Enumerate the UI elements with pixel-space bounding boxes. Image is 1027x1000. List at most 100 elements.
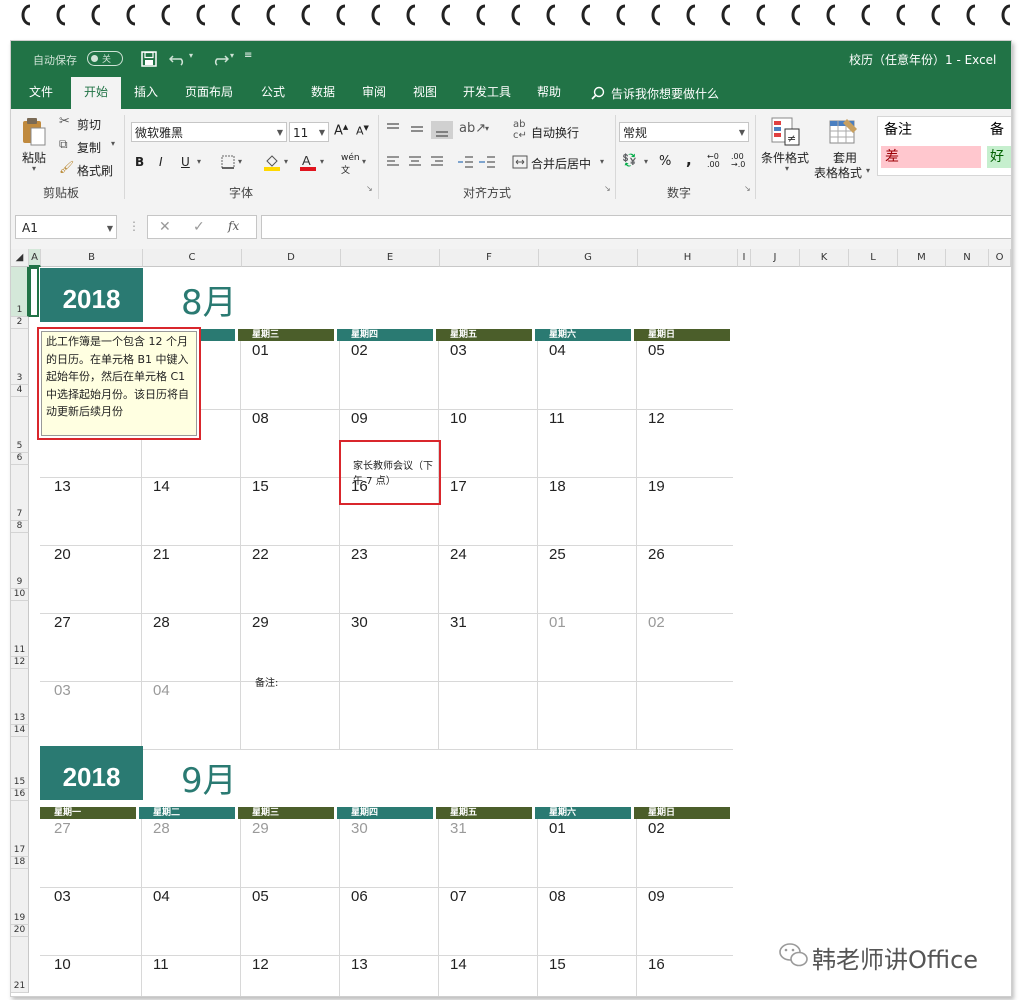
undo-icon[interactable] [169,52,187,66]
row-header[interactable]: 21 [11,937,29,993]
copy-icon[interactable]: ⧉ [59,137,68,152]
calendar-day[interactable]: 04 [153,888,170,905]
column-header[interactable]: B [41,249,143,267]
format-as-table-line2[interactable]: 表格格式 [814,164,862,181]
calendar-day[interactable]: 14 [153,478,170,495]
style-note-2[interactable]: 备注 [987,118,1011,142]
calendar-day[interactable]: 08 [549,888,566,905]
column-header[interactable]: K [800,249,849,267]
calendar-day[interactable]: 13 [54,478,71,495]
tab-data[interactable]: 数据 [301,77,345,109]
scissors-icon[interactable]: ✂ [59,114,70,129]
decrease-font-icon[interactable]: A▼ [356,124,369,138]
row-header[interactable]: 20 [11,925,29,937]
tab-help[interactable]: 帮助 [527,77,571,109]
calendar-day[interactable]: 02 [648,614,665,631]
calendar-day[interactable]: 29 [252,820,269,837]
calendar-day[interactable]: 08 [252,410,269,427]
cond-format-dropdown-icon[interactable]: ▾ [785,164,789,173]
calendar-day[interactable]: 05 [648,342,665,359]
cancel-icon[interactable]: ✕ [159,219,171,235]
format-painter-button[interactable]: 格式刷 [77,162,113,179]
underline-button[interactable]: U [181,155,190,169]
row-header[interactable]: 11 [11,601,29,657]
calendar-day[interactable]: 02 [351,342,368,359]
redo-dropdown-icon[interactable]: ▾ [230,51,234,60]
font-size-combo[interactable]: 11 ▼ [289,122,329,142]
undo-dropdown-icon[interactable]: ▾ [189,51,193,60]
cut-button[interactable]: 剪切 [77,116,101,133]
calendar-day[interactable]: 01 [549,820,566,837]
tell-me-input[interactable]: 告诉我你想要做什么 [611,85,719,102]
formula-input[interactable] [261,215,1011,239]
number-launcher-icon[interactable]: ↘ [744,184,751,193]
fill-color-dropdown-icon[interactable]: ▾ [284,157,288,166]
calendar-day[interactable]: 15 [549,956,566,973]
active-cell-a1[interactable] [29,267,39,317]
tab-formulas[interactable]: 公式 [251,77,295,109]
calendar-day[interactable]: 30 [351,820,368,837]
row-header[interactable]: 4 [11,385,29,397]
calendar-day[interactable]: 26 [648,546,665,563]
border-dropdown-icon[interactable]: ▾ [238,157,242,166]
calendar-day[interactable]: 11 [549,410,565,427]
paste-dropdown-icon[interactable]: ▾ [32,164,36,173]
calendar-day[interactable]: 13 [351,956,368,973]
calendar-day[interactable]: 31 [450,614,467,631]
calendar-day[interactable]: 03 [54,682,71,699]
fill-color-icon[interactable] [263,153,281,171]
worksheet-grid[interactable]: ◢ ABCDEFGHIJKLMNO 1 2 3 4 5 6 7 8 9 10 11 12 13 14 15 1… [11,249,1011,996]
font-launcher-icon[interactable]: ↘ [366,184,373,193]
format-as-table-icon[interactable] [829,117,859,147]
merge-center-icon[interactable] [512,155,528,169]
calendar-day[interactable]: 23 [351,546,368,563]
calendar-day[interactable]: 31 [450,820,467,837]
copy-button[interactable]: 复制 [77,139,101,156]
column-header[interactable]: M [898,249,946,267]
tab-developer[interactable]: 开发工具 [453,77,521,109]
column-header[interactable]: C [143,249,242,267]
column-header[interactable]: A [29,249,41,267]
decrease-decimal-icon[interactable]: .00 →.0 [731,153,745,169]
tab-home[interactable]: 开始 [71,77,121,109]
column-header[interactable]: J [751,249,800,267]
calendar-day[interactable]: 01 [549,614,566,631]
column-header[interactable]: L [849,249,898,267]
name-box[interactable]: A1 ▼ [15,215,117,239]
style-bad[interactable]: 差 [881,146,981,168]
row-header[interactable]: 3 [11,329,29,385]
row-header[interactable]: 14 [11,725,29,737]
conditional-format-icon[interactable]: ≠ [771,117,801,147]
calendar-day[interactable]: 04 [153,682,170,699]
font-color-icon[interactable]: A [299,153,317,171]
calendar-day[interactable]: 21 [153,546,170,563]
phonetic-dropdown-icon[interactable]: ▾ [362,157,366,166]
calendar-day[interactable]: 22 [252,546,269,563]
save-icon[interactable] [141,51,157,67]
merge-dropdown-icon[interactable]: ▾ [600,157,604,166]
row-header[interactable]: 1 [11,267,29,317]
row-header[interactable]: 6 [11,453,29,465]
tab-page-layout[interactable]: 页面布局 [175,77,243,109]
column-header[interactable]: F [440,249,539,267]
year-cell-aug[interactable]: 2018 [40,268,143,322]
accounting-dropdown-icon[interactable]: ▾ [644,157,648,166]
row-header[interactable]: 18 [11,857,29,869]
calendar-day[interactable]: 27 [54,820,71,837]
align-launcher-icon[interactable]: ↘ [604,184,611,193]
tab-insert[interactable]: 插入 [123,77,169,109]
calendar-day[interactable]: 28 [153,614,170,631]
autosave-toggle[interactable]: 关 [87,51,123,66]
calendar-day[interactable]: 27 [54,614,71,631]
enter-icon[interactable]: ✓ [193,219,205,235]
column-header[interactable]: D [242,249,341,267]
calendar-day[interactable]: 10 [54,956,71,973]
format-painter-icon[interactable]: 🖌 [59,160,74,174]
row-header[interactable]: 5 [11,397,29,453]
row-header[interactable]: 13 [11,669,29,725]
calendar-day[interactable]: 25 [549,546,566,563]
indent-icons[interactable] [457,155,497,169]
calendar-day[interactable]: 24 [450,546,467,563]
calendar-day[interactable]: 15 [252,478,269,495]
calendar-day[interactable]: 16 [648,956,665,973]
